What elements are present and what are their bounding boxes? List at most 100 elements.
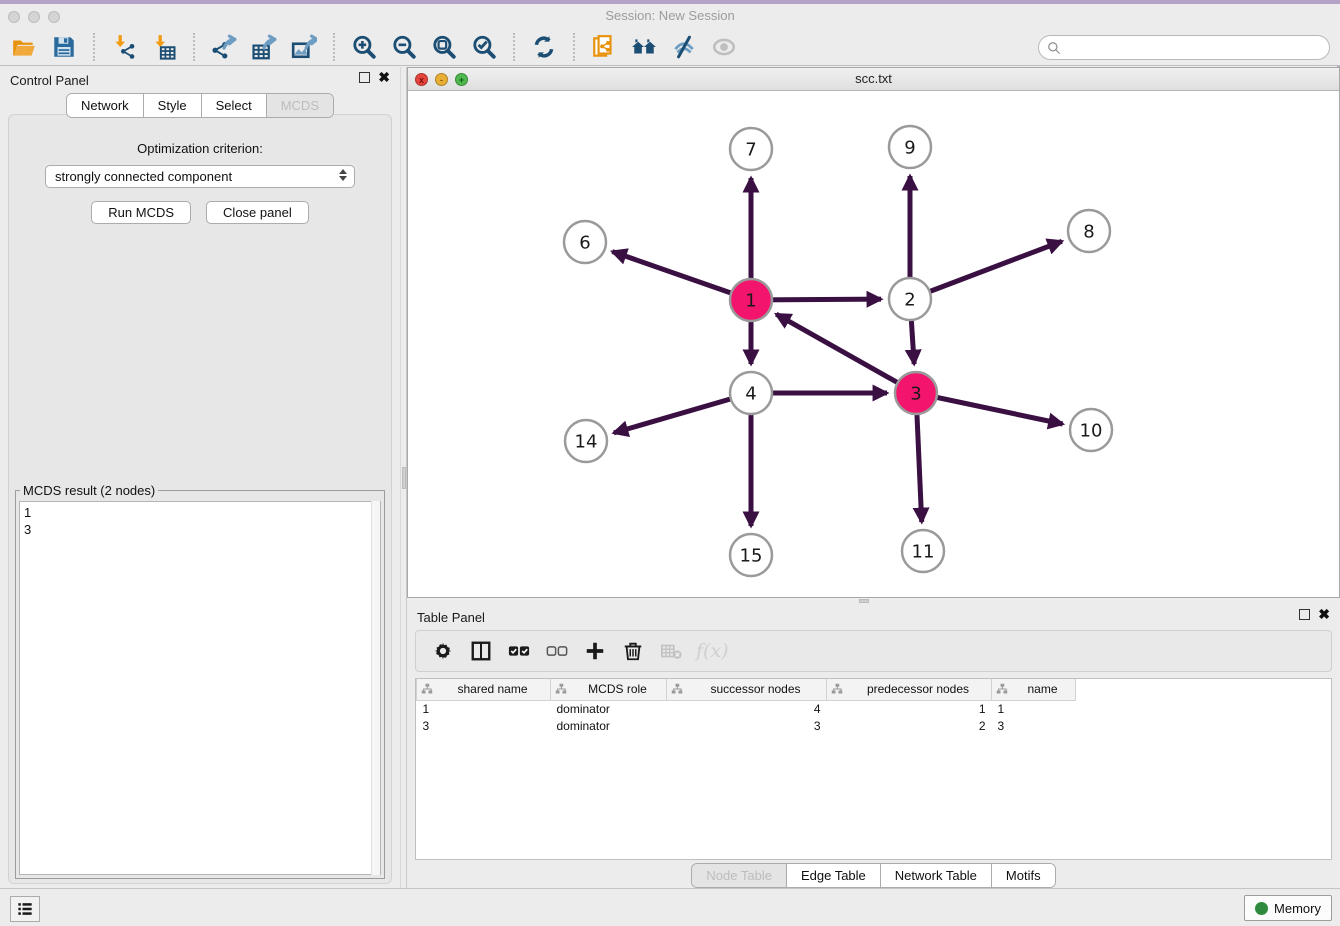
zoom-selected-button[interactable] xyxy=(464,32,504,62)
table-cell[interactable]: 3 xyxy=(417,717,551,734)
graph-node-6[interactable]: 6 xyxy=(564,221,606,263)
table-row[interactable]: 3dominator323 xyxy=(417,717,1088,734)
result-scrollbar[interactable] xyxy=(371,501,380,875)
table-cell[interactable]: dominator xyxy=(551,717,667,734)
first-neighbors-button[interactable] xyxy=(624,32,664,62)
deselect-all-rows-button[interactable] xyxy=(540,635,574,667)
column-header-shared-name[interactable]: shared name xyxy=(417,679,551,700)
tab-network[interactable]: Network xyxy=(67,94,144,117)
zoom-in-button[interactable] xyxy=(344,32,384,62)
tab-motifs[interactable]: Motifs xyxy=(992,864,1055,887)
add-column-button[interactable] xyxy=(578,635,612,667)
delete-column-icon xyxy=(622,640,644,662)
export-network-button[interactable] xyxy=(204,32,244,62)
tab-node-table[interactable]: Node Table xyxy=(692,864,787,887)
run-mcds-button[interactable]: Run MCDS xyxy=(91,201,191,224)
toolbar-separator xyxy=(193,33,195,61)
edge-3-10[interactable] xyxy=(916,393,1063,424)
float-table-panel-icon[interactable] xyxy=(1299,609,1310,620)
zoom-out-button[interactable] xyxy=(384,32,424,62)
memory-button[interactable]: Memory xyxy=(1244,895,1332,921)
column-type-icon xyxy=(671,683,683,695)
network-zoom-icon[interactable]: + xyxy=(455,73,468,86)
edge-2-8[interactable] xyxy=(910,241,1062,299)
column-header-MCDS-role[interactable]: MCDS role xyxy=(551,679,667,700)
graph-node-14[interactable]: 14 xyxy=(565,420,607,462)
graph-node-10[interactable]: 10 xyxy=(1070,409,1112,451)
network-close-icon[interactable]: x xyxy=(415,73,428,86)
save-session-button[interactable] xyxy=(44,32,84,62)
tab-mcds[interactable]: MCDS xyxy=(267,94,333,117)
graph-node-7[interactable]: 7 xyxy=(730,128,772,170)
column-header-predecessor-nodes[interactable]: predecessor nodes xyxy=(827,679,992,700)
table-cell[interactable]: dominator xyxy=(551,700,667,717)
table-cell[interactable]: 1 xyxy=(417,700,551,717)
table-cell[interactable]: 4 xyxy=(667,700,827,717)
close-panel-icon[interactable]: ✖ xyxy=(378,72,390,83)
toolbar-separator xyxy=(93,33,95,61)
graph-node-2[interactable]: 2 xyxy=(889,278,931,320)
clone-network-button[interactable] xyxy=(584,32,624,62)
search-input[interactable] xyxy=(1061,40,1329,55)
export-network-icon xyxy=(211,34,237,60)
toolbar-separator xyxy=(333,33,335,61)
import-table-button[interactable] xyxy=(144,32,184,62)
hide-selected-button[interactable] xyxy=(664,32,704,62)
svg-text:8: 8 xyxy=(1083,221,1094,242)
svg-text:2: 2 xyxy=(904,289,915,310)
close-panel-button[interactable]: Close panel xyxy=(206,201,309,224)
select-all-rows-button[interactable] xyxy=(502,635,536,667)
table-settings-gear-icon xyxy=(432,640,454,662)
float-panel-icon[interactable] xyxy=(359,72,370,83)
column-panel-button[interactable] xyxy=(464,635,498,667)
task-history-button[interactable] xyxy=(10,896,40,922)
graph-node-8[interactable]: 8 xyxy=(1068,210,1110,252)
application-window: Session: New Session Control Panel ✖ Net… xyxy=(0,0,1340,926)
graph-node-4[interactable]: 4 xyxy=(730,372,772,414)
import-network-button[interactable] xyxy=(104,32,144,62)
graph-node-9[interactable]: 9 xyxy=(889,126,931,168)
delete-column-button[interactable] xyxy=(616,635,650,667)
select-all-rows-icon xyxy=(508,640,530,662)
table-cell[interactable]: 1 xyxy=(827,700,992,717)
toolbar-separator xyxy=(513,33,515,61)
tab-style[interactable]: Style xyxy=(144,94,202,117)
export-table-icon xyxy=(251,34,277,60)
network-minimize-icon[interactable]: - xyxy=(435,73,448,86)
graph-node-1[interactable]: 1 xyxy=(730,279,772,321)
tab-edge-table[interactable]: Edge Table xyxy=(787,864,881,887)
search-box[interactable] xyxy=(1038,35,1330,60)
graph-node-3[interactable]: 3 xyxy=(895,372,937,414)
refresh-layout-button[interactable] xyxy=(524,32,564,62)
zoom-fit-icon xyxy=(431,34,457,60)
mcds-result-text[interactable]: 1 3 xyxy=(19,501,381,875)
divider-grip-icon xyxy=(402,467,406,489)
vertical-split-divider[interactable] xyxy=(400,67,407,892)
table-cell[interactable]: 1 xyxy=(992,700,1076,717)
table-cell[interactable]: 3 xyxy=(992,717,1076,734)
table-cell[interactable]: 2 xyxy=(827,717,992,734)
zoom-fit-button[interactable] xyxy=(424,32,464,62)
export-table-button[interactable] xyxy=(244,32,284,62)
graph-node-15[interactable]: 15 xyxy=(730,534,772,576)
column-header-name[interactable]: name xyxy=(992,679,1076,700)
tab-select[interactable]: Select xyxy=(202,94,267,117)
table-row[interactable]: 1dominator411 xyxy=(417,700,1088,717)
network-canvas[interactable]: 7 9 6 8 1 2 4 3 14 10 15 11 xyxy=(408,91,1339,597)
criterion-select[interactable]: strongly connected component xyxy=(45,165,355,188)
svg-text:4: 4 xyxy=(745,383,756,404)
table-settings-gear-button[interactable] xyxy=(426,635,460,667)
tab-network-table[interactable]: Network Table xyxy=(881,864,992,887)
column-type-icon xyxy=(555,683,567,695)
close-table-panel-icon[interactable]: ✖ xyxy=(1318,609,1330,620)
edge-3-1[interactable] xyxy=(776,314,916,393)
main-toolbar xyxy=(0,29,1340,66)
column-header-successor-nodes[interactable]: successor nodes xyxy=(667,679,827,700)
memory-status-icon xyxy=(1255,902,1268,915)
export-image-button[interactable] xyxy=(284,32,324,62)
open-file-button[interactable] xyxy=(4,32,44,62)
graph-node-11[interactable]: 11 xyxy=(902,530,944,572)
network-window-titlebar[interactable]: x - + scc.txt xyxy=(408,68,1339,91)
table-cell[interactable]: 3 xyxy=(667,717,827,734)
table-toolbar: f(x) xyxy=(415,630,1332,672)
